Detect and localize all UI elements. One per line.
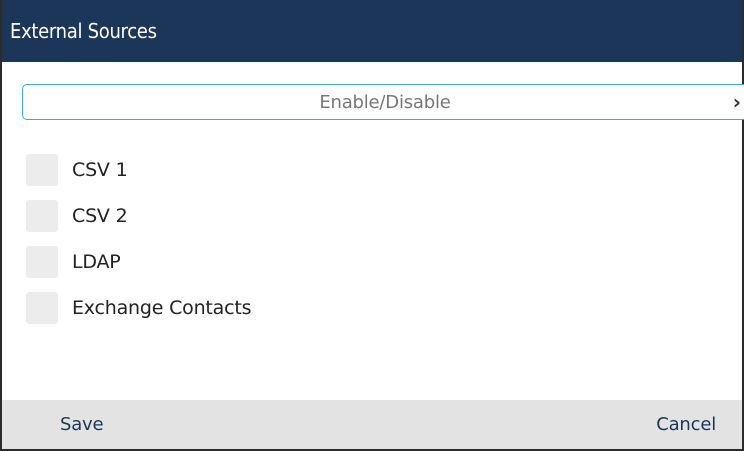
source-item-ldap[interactable]: LDAP [26,246,251,278]
source-item-csv-2[interactable]: CSV 2 [26,200,251,232]
enable-disable-label: Enable/Disable [319,91,451,113]
source-label: LDAP [72,251,121,273]
checkbox[interactable] [26,154,58,186]
checkbox[interactable] [26,200,58,232]
cancel-button[interactable]: Cancel [656,414,716,435]
checkbox[interactable] [26,292,58,324]
enable-disable-button[interactable]: Enable/Disable › [22,84,744,120]
checkbox[interactable] [26,246,58,278]
source-label: CSV 1 [72,159,128,181]
source-item-exchange-contacts[interactable]: Exchange Contacts [26,292,252,324]
title-bar: External Sources [2,0,742,62]
source-item-csv-1[interactable]: CSV 1 [26,154,251,186]
softkey-bar: Save Cancel [2,400,742,449]
external-sources-screen: External Sources Enable/Disable › CSV 1 … [0,0,744,451]
source-label: Exchange Contacts [72,297,252,319]
chevron-right-icon: › [732,90,741,114]
page-title: External Sources [10,19,157,43]
save-button[interactable]: Save [60,414,104,435]
source-label: CSV 2 [72,205,128,227]
source-list: CSV 1 CSV 2 LDAP Exchange Contacts [26,154,252,338]
